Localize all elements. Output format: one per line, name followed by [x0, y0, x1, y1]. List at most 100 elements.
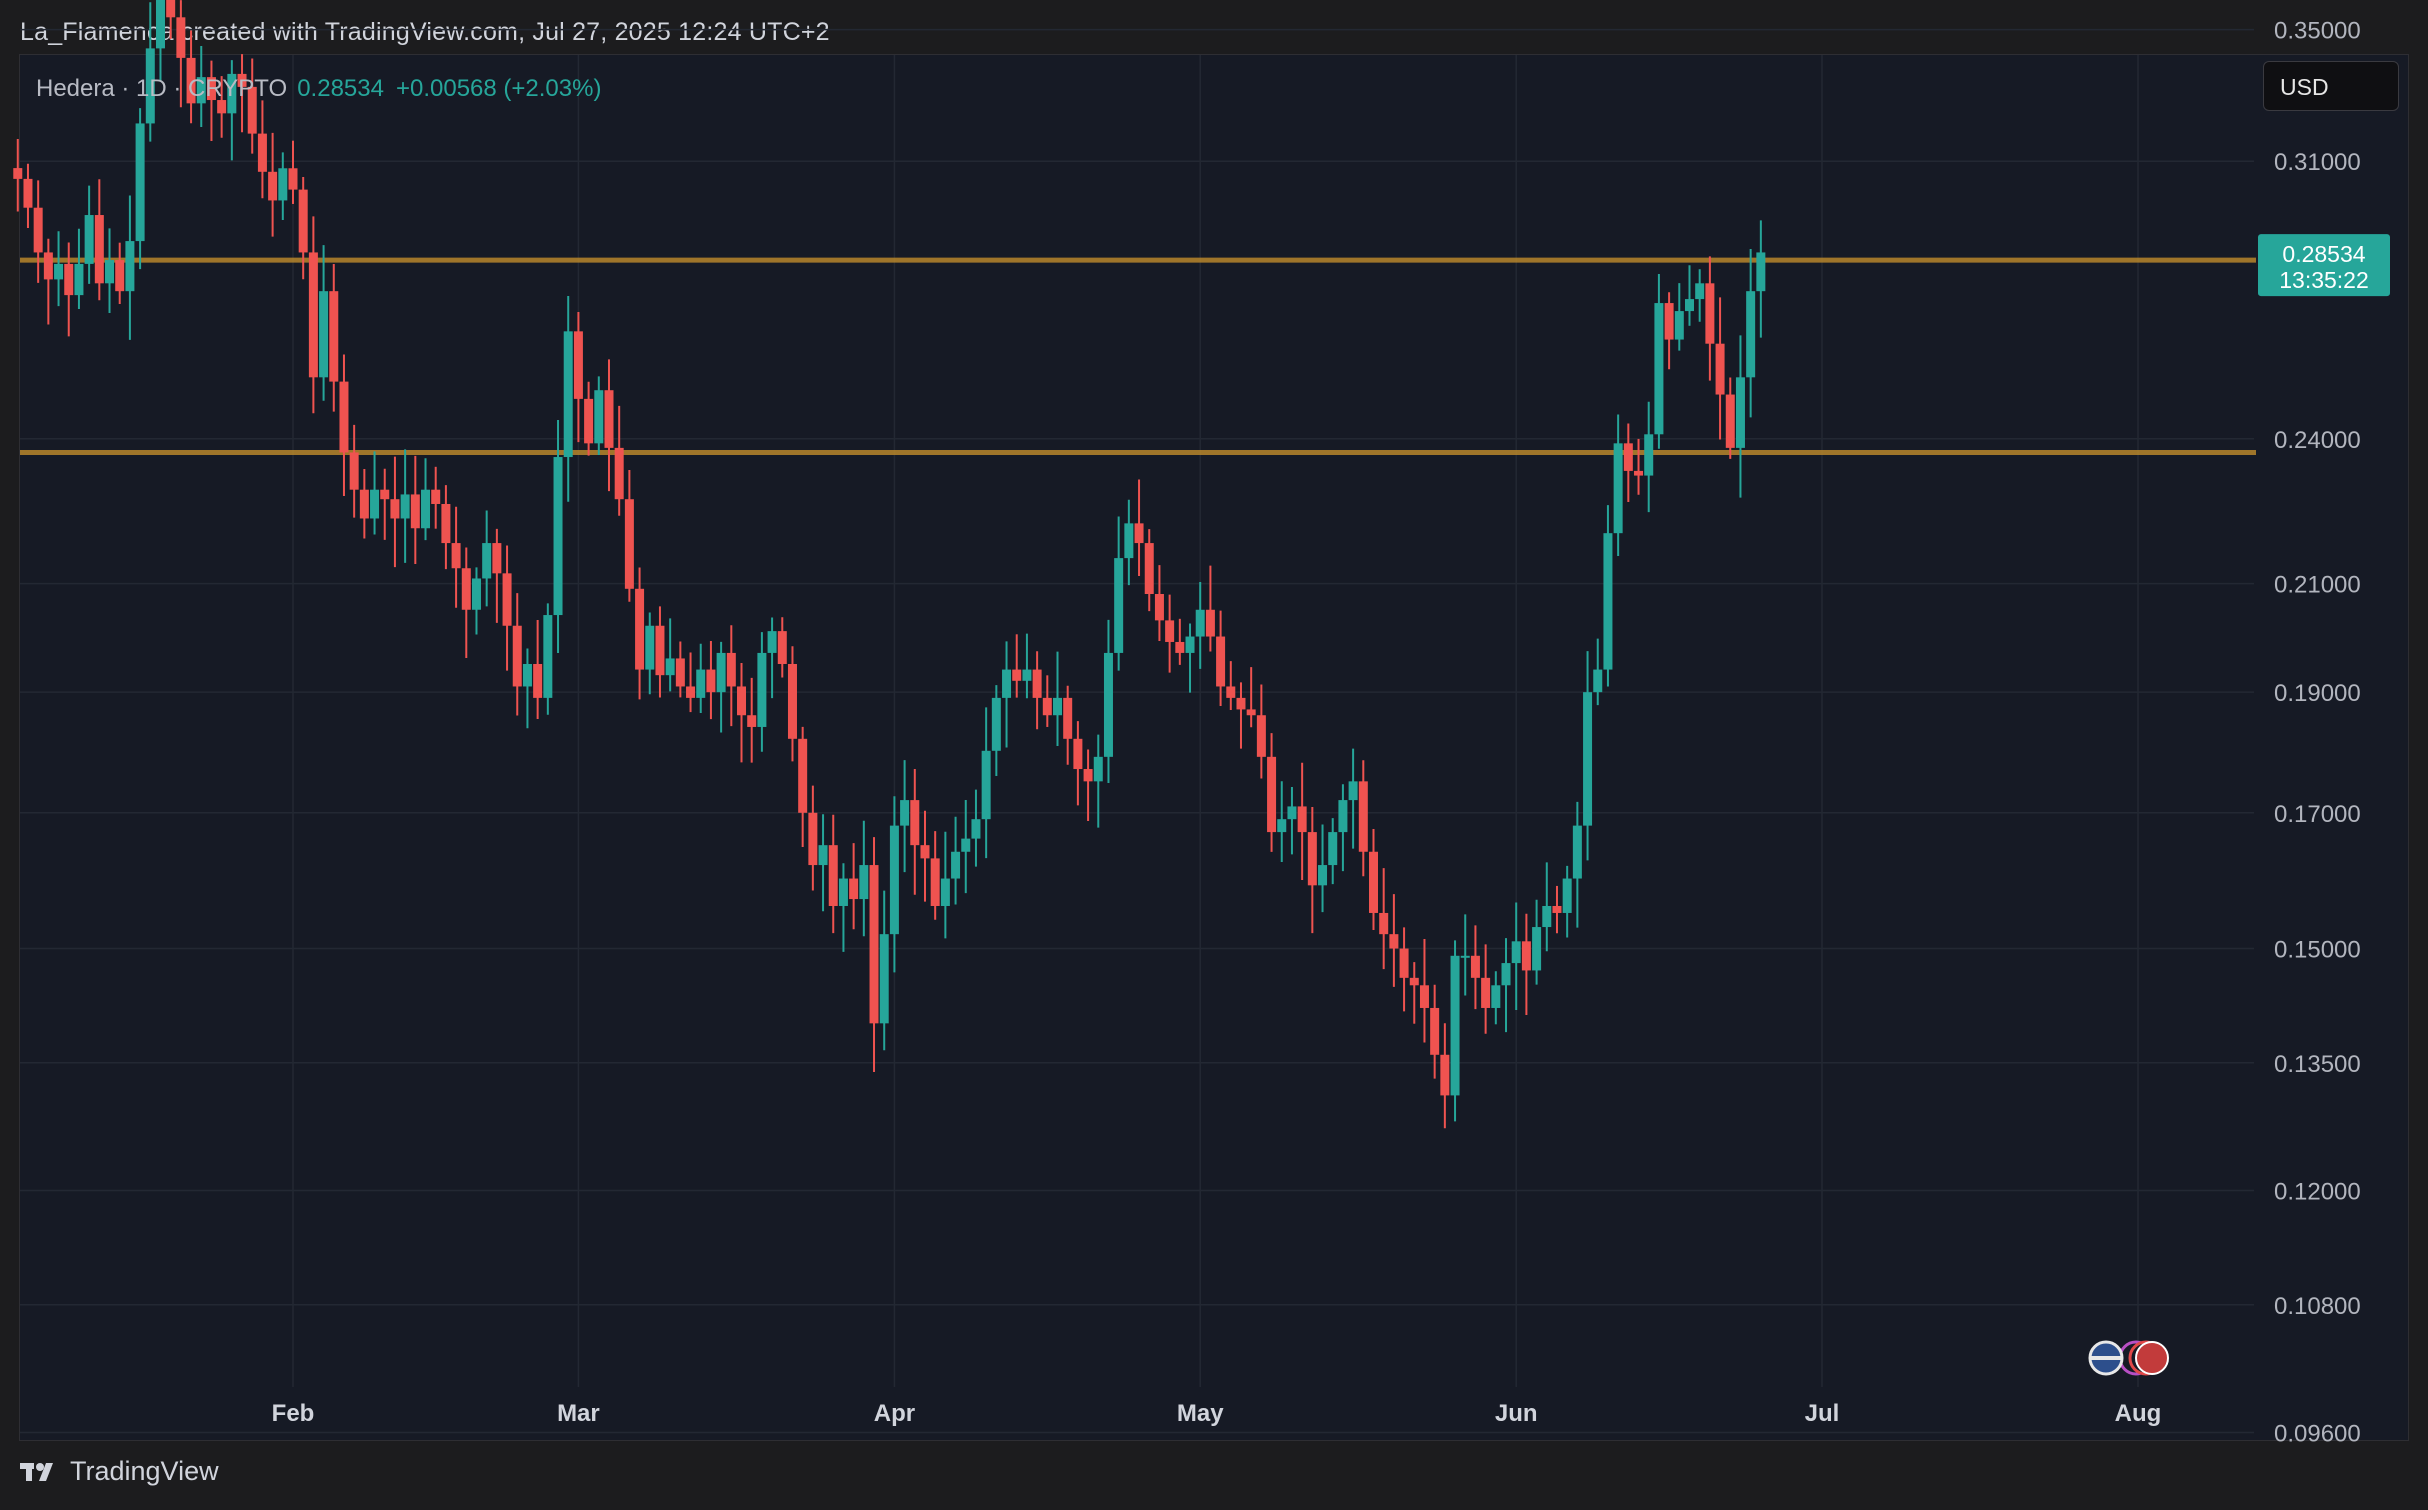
- candle-body: [1705, 283, 1715, 344]
- symbol-legend[interactable]: Hedera · 1D · CRYPTO 0.28534 +0.00568 (+2.…: [36, 75, 601, 103]
- candle-body: [1165, 620, 1175, 642]
- candle-body: [737, 686, 747, 716]
- candle-body: [482, 543, 492, 579]
- candle-body: [1389, 934, 1399, 949]
- candle-body: [1613, 443, 1623, 534]
- horizontal-levels: [20, 257, 2256, 455]
- candle-body: [1042, 697, 1052, 716]
- y-tick-label: 0.21000: [2274, 572, 2361, 599]
- candle-body: [370, 489, 380, 519]
- candle-body: [1725, 394, 1735, 448]
- candlestick-series: [13, 0, 1766, 1129]
- candle-body: [594, 390, 604, 444]
- event-marker-icon: [2135, 1341, 2169, 1375]
- candle-body: [981, 750, 991, 820]
- candle-body: [1256, 715, 1266, 757]
- footer-brand[interactable]: TradingView: [20, 1456, 219, 1487]
- candle-body: [176, 17, 186, 58]
- candle-body: [421, 489, 431, 529]
- candle-body: [1318, 865, 1328, 886]
- price-chart[interactable]: 0.550000.450000.390000.350000.310000.240…: [0, 0, 2428, 1510]
- x-tick-label: Mar: [557, 1400, 600, 1427]
- candle-body: [1654, 303, 1664, 435]
- candle-body: [1735, 377, 1745, 448]
- candle-body: [961, 838, 971, 852]
- candle-body: [1053, 697, 1063, 716]
- candle-body: [1195, 609, 1205, 637]
- candle-body: [726, 652, 736, 687]
- candle-body: [64, 263, 74, 296]
- y-tick-label: 0.19000: [2274, 680, 2361, 707]
- candle-body: [502, 573, 512, 626]
- candle-body: [1409, 977, 1419, 986]
- candle-body: [1593, 669, 1603, 693]
- price-axis: 0.550000.450000.390000.350000.310000.240…: [2274, 18, 2361, 1448]
- candle-body: [757, 652, 767, 727]
- candle-body: [125, 241, 135, 292]
- last-price-tag: 0.2853413:35:22: [2258, 234, 2390, 297]
- candle-body: [1338, 800, 1348, 833]
- candle-body: [747, 715, 757, 727]
- candle-body: [828, 845, 838, 906]
- candle-body: [798, 738, 808, 813]
- candle-body: [910, 800, 920, 846]
- current-price: 0.28534: [297, 75, 384, 102]
- candle-body: [512, 625, 522, 687]
- candle-body: [1715, 343, 1725, 395]
- candle-body: [1419, 985, 1429, 1008]
- candle-body: [1532, 927, 1542, 971]
- y-tick-label: 0.15000: [2274, 937, 2361, 964]
- candle-body: [940, 878, 950, 906]
- y-tick-label: 0.10800: [2274, 1293, 2361, 1320]
- chart-grid: [20, 28, 2254, 1434]
- candle-body: [400, 494, 410, 519]
- candle-body: [1368, 851, 1378, 913]
- candle-body: [329, 291, 339, 382]
- price-change: +0.00568 (+2.03%): [395, 75, 602, 102]
- candle-body: [1440, 1054, 1450, 1096]
- candle-body: [573, 331, 583, 399]
- candle-body: [1756, 252, 1766, 292]
- candle-body: [1073, 738, 1083, 770]
- candle-body: [359, 489, 369, 519]
- candle-body: [951, 851, 961, 879]
- x-tick-label: Feb: [272, 1400, 315, 1427]
- candle-body: [818, 845, 828, 866]
- candle-body: [563, 331, 573, 458]
- x-tick-label: Jul: [1805, 1400, 1840, 1427]
- candle-body: [604, 390, 614, 448]
- candle-body: [838, 878, 848, 906]
- candle-body: [1246, 709, 1256, 716]
- candle-body: [380, 489, 390, 500]
- candle-body: [43, 252, 53, 280]
- currency-button[interactable]: USD: [2263, 61, 2399, 111]
- y-tick-label: 0.31000: [2274, 149, 2361, 176]
- candle-body: [1379, 912, 1389, 935]
- candle-body: [441, 503, 451, 544]
- candle-body: [777, 631, 787, 664]
- candle-body: [1307, 832, 1317, 886]
- y-tick-label: 0.24000: [2274, 427, 2361, 454]
- candle-body: [1083, 769, 1093, 782]
- y-tick-label: 0.17000: [2274, 801, 2361, 828]
- candle-body: [33, 207, 43, 253]
- candle-body: [808, 812, 818, 866]
- candle-body: [614, 447, 624, 500]
- events-icon-group: [2088, 1340, 2169, 1376]
- candle-body: [1695, 283, 1705, 300]
- candle-body: [706, 669, 716, 693]
- candle-body: [1134, 523, 1144, 544]
- candle-body: [319, 291, 329, 378]
- candle-body: [533, 663, 543, 698]
- candle-countdown: 13:35:22: [2279, 267, 2369, 293]
- candle-body: [461, 568, 471, 610]
- candle-body: [1012, 669, 1022, 681]
- candle-body: [1348, 781, 1358, 801]
- candle-body: [584, 398, 594, 444]
- candle-body: [1450, 955, 1460, 1096]
- candle-body: [1552, 905, 1562, 913]
- candle-body: [1674, 311, 1684, 340]
- candle-body: [1746, 291, 1756, 378]
- candle-body: [1491, 985, 1501, 1008]
- candle-body: [645, 625, 655, 670]
